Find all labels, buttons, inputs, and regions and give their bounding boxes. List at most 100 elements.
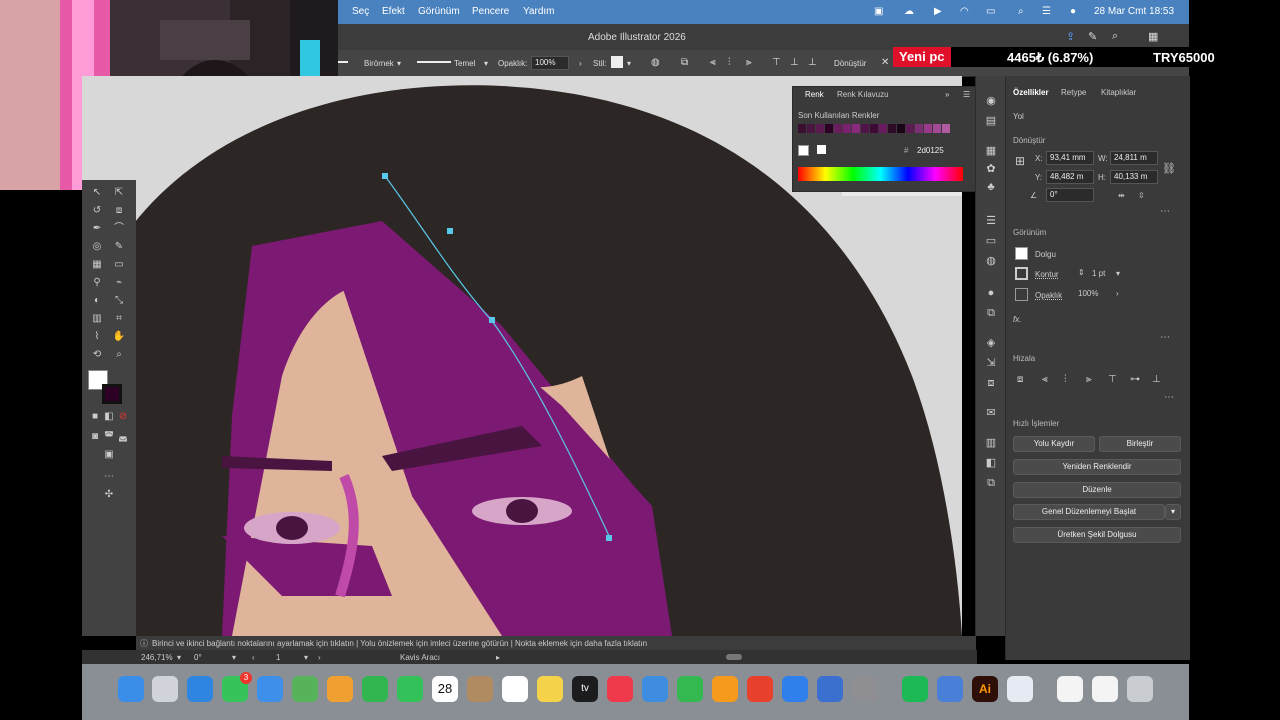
- flip-horizontal-icon[interactable]: ⇹: [1118, 191, 1125, 200]
- stroke-label[interactable]: Kontur: [1035, 270, 1059, 279]
- transform-panel-icon[interactable]: ⧉: [984, 476, 998, 490]
- recent-color-swatch[interactable]: [834, 124, 842, 133]
- recording-icon[interactable]: ●: [1070, 6, 1076, 17]
- dock-display-icon[interactable]: [1092, 676, 1118, 702]
- recent-color-swatch[interactable]: [888, 124, 896, 133]
- align-panel-icon[interactable]: ▥: [984, 436, 998, 450]
- dock-finder-icon[interactable]: [118, 676, 144, 702]
- w-input[interactable]: 24,811 m: [1110, 151, 1158, 165]
- scale-tool-icon[interactable]: ⤡: [112, 294, 126, 308]
- recent-color-swatch[interactable]: [933, 124, 941, 133]
- menu-item-help[interactable]: Yardım: [523, 6, 555, 17]
- color-mode-icon[interactable]: ■: [88, 410, 102, 424]
- more-options-icon[interactable]: ⋯: [1164, 392, 1174, 403]
- fill-label[interactable]: Dolgu: [1035, 250, 1056, 259]
- globe-icon[interactable]: ◍: [651, 57, 660, 68]
- menu-item-effect[interactable]: Efekt: [382, 6, 405, 17]
- play-icon[interactable]: ▶: [934, 6, 942, 17]
- dock-photos-icon[interactable]: [327, 676, 353, 702]
- asset-export-icon[interactable]: ⧈: [984, 376, 998, 390]
- recent-color-swatch[interactable]: [942, 124, 950, 133]
- generative-shape-fill-button[interactable]: Üretken Şekil Dolgusu: [1013, 527, 1181, 543]
- reference-point-icon[interactable]: ⊞: [1015, 154, 1025, 168]
- artboard-tool-icon[interactable]: ⧈: [112, 204, 126, 218]
- blob-brush-tool-icon[interactable]: ◎: [90, 240, 104, 254]
- recent-color-swatch[interactable]: [897, 124, 905, 133]
- align-center-icon[interactable]: ⫶: [728, 57, 731, 68]
- menu-item-select[interactable]: Seç: [352, 6, 369, 17]
- workspace-icon[interactable]: ▦: [1148, 30, 1158, 43]
- dock-trash-icon[interactable]: [1127, 676, 1153, 702]
- control-center-icon[interactable]: ☰: [1042, 6, 1051, 17]
- arrange-icon[interactable]: ⧉: [681, 57, 688, 68]
- brush-definition-label[interactable]: Birörnek: [364, 59, 394, 68]
- curvature-tool-icon[interactable]: ⌒: [112, 222, 126, 236]
- appearance-icon[interactable]: ●: [984, 286, 998, 300]
- chevron-down-icon[interactable]: ▾: [177, 653, 181, 662]
- join-button[interactable]: Birleştir: [1099, 436, 1181, 452]
- more-options-icon[interactable]: ⋯: [1160, 332, 1170, 343]
- dock-music-icon[interactable]: [607, 676, 633, 702]
- menubar-clock[interactable]: 28 Mar Cmt 18:53: [1094, 6, 1174, 17]
- none-swatch[interactable]: [798, 145, 809, 156]
- align-left-icon[interactable]: ⫷: [1042, 374, 1048, 385]
- dock-pages-icon[interactable]: [712, 676, 738, 702]
- draw-normal-icon[interactable]: ◙: [88, 430, 102, 444]
- document-icon[interactable]: ▤: [984, 114, 998, 128]
- brush-icon[interactable]: ✎: [1088, 30, 1097, 43]
- dock-vpn-icon[interactable]: [1007, 676, 1033, 702]
- dock-mail-icon[interactable]: [257, 676, 283, 702]
- opacity-value[interactable]: 100%: [1078, 289, 1098, 298]
- lasso-tool-icon[interactable]: ↺: [90, 204, 104, 218]
- blend-tool-icon[interactable]: ⌇: [90, 330, 104, 344]
- dock-safari-icon[interactable]: [187, 676, 213, 702]
- dock-facetime-icon[interactable]: [362, 676, 388, 702]
- dock-illustrator-icon[interactable]: Ai: [972, 676, 998, 702]
- zoom-tool-icon[interactable]: ⌕: [112, 348, 126, 362]
- rectangle-tool-icon[interactable]: ▭: [112, 258, 126, 272]
- shape-builder-tool-icon[interactable]: ◐: [90, 294, 104, 308]
- eyedropper-tool-icon[interactable]: ⚲: [90, 276, 104, 290]
- dock-document-icon[interactable]: [1057, 676, 1083, 702]
- align-to-icon[interactable]: ⧈: [1017, 374, 1023, 385]
- prev-artboard-icon[interactable]: ‹: [252, 653, 255, 662]
- fx-button[interactable]: fx.: [1013, 315, 1021, 324]
- libraries-icon[interactable]: ▦: [984, 144, 998, 158]
- gradient-mode-icon[interactable]: ◧: [102, 410, 116, 424]
- menu-item-view[interactable]: Görünüm: [418, 6, 460, 17]
- artboards-icon[interactable]: ⇲: [984, 356, 998, 370]
- chevron-down-icon[interactable]: ▾: [627, 59, 631, 68]
- chevron-down-icon[interactable]: ▾: [484, 59, 488, 68]
- dock-spotify-icon[interactable]: [902, 676, 928, 702]
- fill-none-swatch[interactable]: [1015, 247, 1028, 260]
- none-mode-icon[interactable]: ⊘: [116, 410, 130, 424]
- align-middle-icon[interactable]: ⊥: [790, 57, 799, 68]
- stroke-weight-value[interactable]: 1 pt: [1092, 269, 1105, 278]
- angle-input[interactable]: 0°: [1046, 188, 1094, 202]
- tab-libraries[interactable]: Kitaplıklar: [1101, 88, 1136, 97]
- chevron-down-icon[interactable]: ▾: [232, 653, 236, 662]
- comments-icon[interactable]: ✉: [984, 406, 998, 420]
- slice-tool-icon[interactable]: ⌗: [112, 312, 126, 326]
- dock-notes-icon[interactable]: [537, 676, 563, 702]
- dock-system-settings-icon[interactable]: [852, 676, 878, 702]
- mesh-tool-icon[interactable]: ▦: [90, 258, 104, 272]
- dock-reminders-icon[interactable]: [502, 676, 528, 702]
- opacity-input[interactable]: 100%: [531, 56, 569, 70]
- recent-color-swatch[interactable]: [843, 124, 851, 133]
- stroke-icon[interactable]: ☰: [984, 214, 998, 228]
- dock-calendar-icon[interactable]: 28: [432, 676, 458, 702]
- properties-icon[interactable]: ◉: [984, 94, 998, 108]
- recent-color-swatch[interactable]: [798, 124, 806, 133]
- tab-color-guide[interactable]: Renk Kılavuzu: [837, 90, 889, 99]
- edit-button[interactable]: Düzenle: [1013, 482, 1181, 498]
- transform-label[interactable]: Dönüştür: [834, 59, 866, 68]
- flip-vertical-icon[interactable]: ⇳: [1138, 191, 1145, 200]
- h-input[interactable]: 40,133 m: [1110, 170, 1158, 184]
- recent-color-swatch[interactable]: [924, 124, 932, 133]
- zoom-level[interactable]: 246,71%: [141, 653, 173, 662]
- pen-tool-icon[interactable]: ✒: [90, 222, 104, 236]
- wifi-icon[interactable]: ◠: [960, 6, 969, 17]
- paintbrush-tool-icon[interactable]: ⌁: [112, 276, 126, 290]
- chevron-right-icon[interactable]: ›: [1116, 289, 1119, 298]
